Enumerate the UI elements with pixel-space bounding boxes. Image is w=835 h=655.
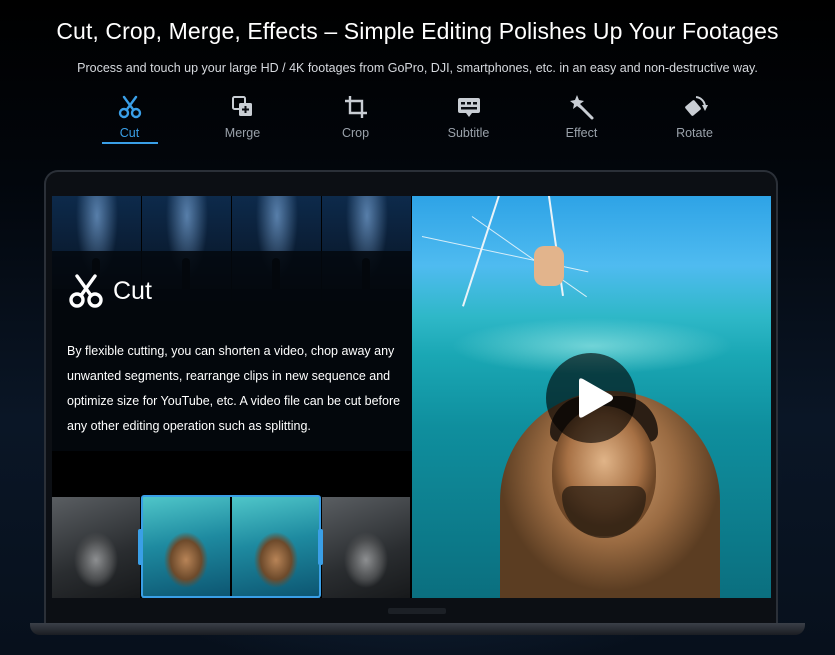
selection-end-handle[interactable] (318, 529, 323, 565)
tab-crop[interactable]: Crop (299, 88, 412, 148)
tab-merge[interactable]: Merge (186, 88, 299, 148)
tab-merge-label: Merge (224, 126, 261, 140)
scissors-icon (118, 95, 141, 119)
video-preview[interactable] (412, 196, 771, 598)
tab-rotate[interactable]: Rotate (638, 88, 751, 148)
tab-crop-label: Crop (341, 126, 370, 140)
feature-title: Cut (113, 276, 152, 305)
tab-cut[interactable]: Cut (73, 88, 186, 148)
timeline-clip[interactable] (52, 497, 140, 598)
timeline-clip[interactable] (322, 497, 410, 598)
active-tab-indicator (102, 142, 158, 144)
tab-cut-label: Cut (119, 126, 140, 140)
laptop-hinge (388, 608, 446, 614)
tab-subtitle-label: Subtitle (447, 126, 490, 140)
scissors-icon (69, 274, 103, 308)
feature-heading: Cut (67, 271, 152, 311)
merge-icon (231, 96, 252, 116)
page-title: Cut, Crop, Merge, Effects – Simple Editi… (56, 18, 779, 44)
laptop-base (30, 623, 805, 635)
tab-effect-label: Effect (565, 126, 598, 140)
crop-icon (344, 96, 367, 118)
selection-start-handle[interactable] (138, 529, 143, 565)
tab-rotate-label: Rotate (676, 126, 713, 140)
boat-rope (471, 216, 587, 298)
cut-selection-range[interactable] (141, 495, 321, 598)
tab-effect[interactable]: Effect (525, 88, 638, 148)
person-on-boat (534, 246, 564, 286)
feature-tabs: Cut Merge Crop Subtitle Effect Rotate (73, 88, 763, 148)
play-icon (579, 378, 613, 418)
tab-subtitle[interactable]: Subtitle (412, 88, 525, 148)
magic-wand-icon (569, 95, 593, 120)
feature-description: By flexible cutting, you can shorten a v… (67, 344, 401, 433)
subtitle-icon (457, 98, 480, 117)
page-subtitle: Process and touch up your large HD / 4K … (77, 61, 758, 75)
play-button[interactable] (546, 353, 636, 443)
rotate-icon (684, 96, 708, 116)
demo-screen: Cut By flexible cutting, you can shorten… (52, 196, 771, 598)
